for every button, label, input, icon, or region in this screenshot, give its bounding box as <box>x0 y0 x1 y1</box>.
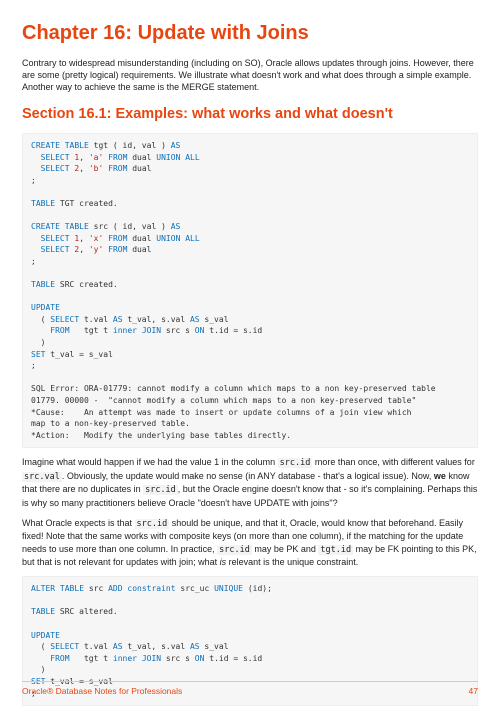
footer-title: Oracle® Database Notes for Professionals <box>22 686 182 697</box>
code-block-1: CREATE TABLE tgt ( id, val ) AS SELECT 1… <box>22 133 478 448</box>
page-footer: Oracle® Database Notes for Professionals… <box>22 681 478 697</box>
section-title: Section 16.1: Examples: what works and w… <box>22 105 478 125</box>
explain-paragraph-2: What Oracle expects is that src.id shoul… <box>22 517 478 568</box>
page-number: 47 <box>469 686 478 697</box>
chapter-title: Chapter 16: Update with Joins <box>22 20 478 47</box>
intro-paragraph: Contrary to widespread misunderstanding … <box>22 57 478 93</box>
explain-paragraph-1: Imagine what would happen if we had the … <box>22 456 478 509</box>
